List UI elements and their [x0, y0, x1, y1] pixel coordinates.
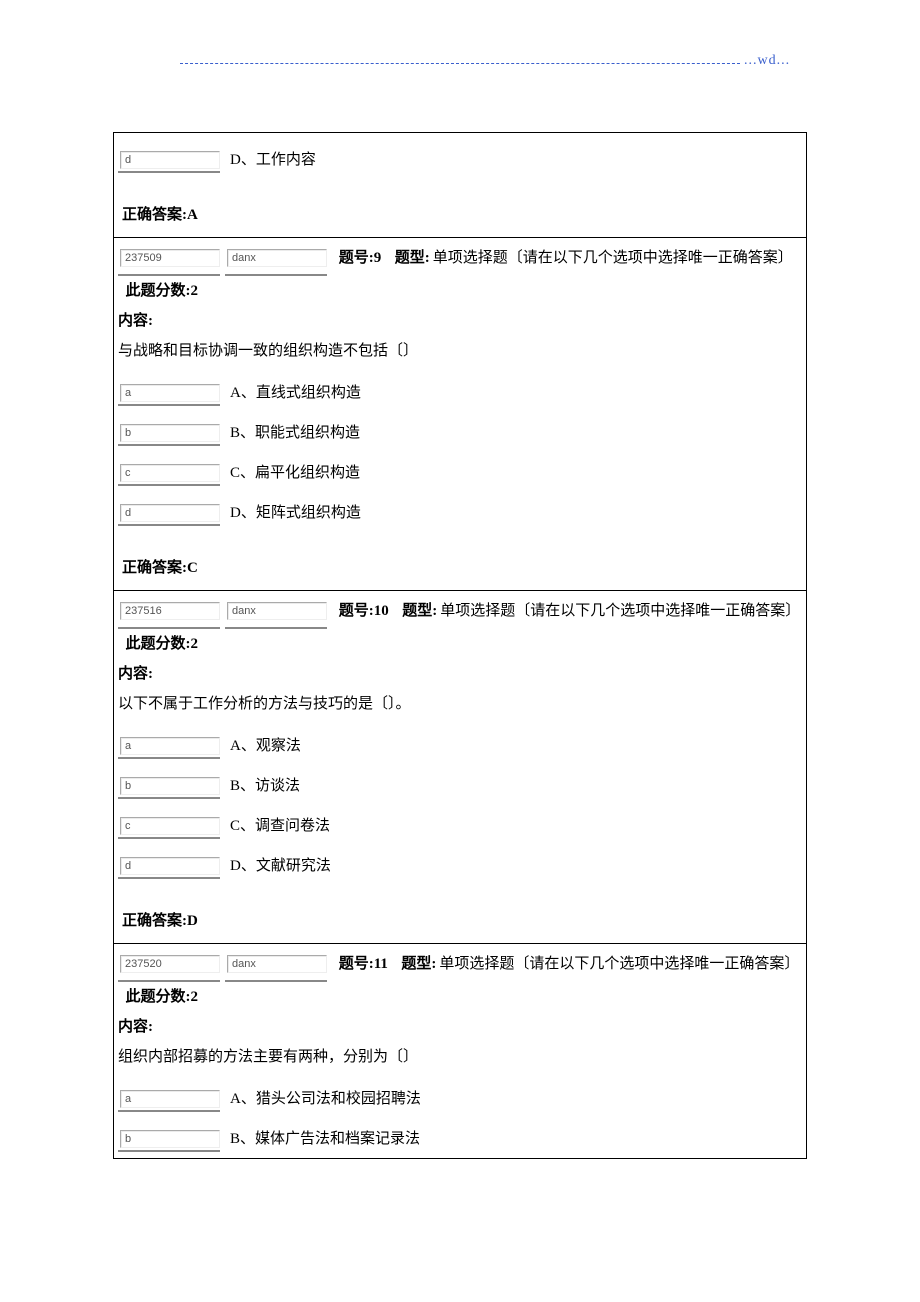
- option-row: a A、直线式组织构造: [118, 380, 802, 406]
- option-code-input[interactable]: b: [120, 1130, 220, 1148]
- option-row: b B、访谈法: [118, 773, 802, 799]
- option-row: b B、职能式组织构造: [118, 420, 802, 446]
- option-text: A、直线式组织构造: [230, 381, 361, 405]
- option-row: b B、媒体广告法和档案记录法: [118, 1126, 802, 1152]
- option-row: c C、调查问卷法: [118, 813, 802, 839]
- question-typecode-input[interactable]: danx: [227, 602, 327, 620]
- option-code-input[interactable]: a: [120, 384, 220, 402]
- question-type-label: 题型:: [402, 595, 437, 628]
- option-code-input[interactable]: b: [120, 777, 220, 795]
- option-text: D、文献研究法: [230, 854, 331, 878]
- correct-answer: 正确答案:A: [118, 201, 802, 231]
- question-score-label: 此题分数:2: [126, 283, 199, 299]
- question-number-label: 题号:9: [339, 242, 382, 275]
- question-score-label: 此题分数:2: [126, 636, 199, 652]
- option-code-input[interactable]: a: [120, 1090, 220, 1108]
- page-header: ...wd...: [0, 0, 920, 72]
- option-code-input[interactable]: d: [120, 504, 220, 522]
- question-id-input[interactable]: 237509: [120, 249, 220, 267]
- question-id-input[interactable]: 237516: [120, 602, 220, 620]
- content-label: 内容:: [114, 1012, 806, 1042]
- content-label: 内容:: [114, 659, 806, 689]
- option-text: B、媒体广告法和档案记录法: [230, 1127, 420, 1151]
- header-wd-text: ...wd...: [744, 50, 790, 72]
- option-row: d D、工作内容: [118, 147, 802, 173]
- content-label: 内容:: [114, 306, 806, 336]
- option-text: D、工作内容: [230, 148, 316, 172]
- question-type-label: 题型:: [395, 242, 430, 275]
- question-score-label: 此题分数:2: [126, 989, 199, 1005]
- question-type-text: 单项选择题〔请在以下几个选项中选择唯一正确答案〕: [433, 242, 802, 275]
- question-type-text: 单项选择题〔请在以下几个选项中选择唯一正确答案〕: [440, 595, 802, 628]
- question-typecode-input[interactable]: danx: [227, 955, 327, 973]
- option-text: C、调查问卷法: [230, 814, 330, 838]
- question-content: 组织内部招募的方法主要有两种，分别为〔〕: [114, 1042, 806, 1072]
- option-text: D、矩阵式组织构造: [230, 501, 361, 525]
- question-number-label: 题号:10: [339, 595, 389, 628]
- header-dashed-line: [180, 63, 740, 64]
- question-id-input[interactable]: 237520: [120, 955, 220, 973]
- question-typecode-input[interactable]: danx: [227, 249, 327, 267]
- correct-answer: 正确答案:D: [118, 907, 802, 937]
- question-content: 与战略和目标协调一致的组织构造不包括〔〕: [114, 336, 806, 366]
- correct-answer: 正确答案:C: [118, 554, 802, 584]
- option-code-input[interactable]: c: [120, 817, 220, 835]
- questions-table: d D、工作内容 正确答案:A 237509 danx 题号:9 题型:单项选择…: [113, 132, 807, 1159]
- question-content: 以下不属于工作分析的方法与技巧的是〔〕。: [114, 689, 806, 719]
- option-text: B、职能式组织构造: [230, 421, 360, 445]
- option-row: a A、猎头公司法和校园招聘法: [118, 1086, 802, 1112]
- option-row: a A、观察法: [118, 733, 802, 759]
- question-type-label: 题型:: [401, 948, 436, 981]
- option-code-input[interactable]: b: [120, 424, 220, 442]
- option-row: d D、文献研究法: [118, 853, 802, 879]
- option-text: A、观察法: [230, 734, 301, 758]
- option-code-input[interactable]: d: [120, 151, 220, 169]
- option-code-input[interactable]: d: [120, 857, 220, 875]
- option-text: B、访谈法: [230, 774, 300, 798]
- option-code-input[interactable]: c: [120, 464, 220, 482]
- option-row: c C、扁平化组织构造: [118, 460, 802, 486]
- option-code-input[interactable]: a: [120, 737, 220, 755]
- option-text: A、猎头公司法和校园招聘法: [230, 1087, 421, 1111]
- option-row: d D、矩阵式组织构造: [118, 500, 802, 526]
- question-number-label: 题号:11: [339, 948, 388, 981]
- question-type-text: 单项选择题〔请在以下几个选项中选择唯一正确答案〕: [439, 948, 802, 981]
- option-text: C、扁平化组织构造: [230, 461, 360, 485]
